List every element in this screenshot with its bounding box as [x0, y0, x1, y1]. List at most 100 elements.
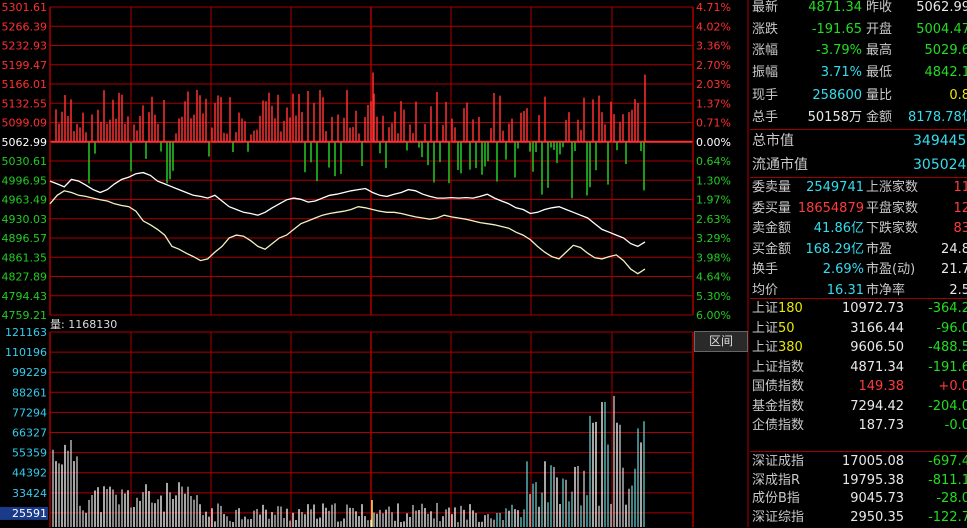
index-change: +0.0	[938, 379, 967, 394]
price-tick-label: 5232.93	[2, 40, 48, 53]
index-name: 国债指数	[752, 377, 804, 397]
volume-header-value: 1168130	[68, 318, 118, 331]
pct-tick-label: 4.71%	[696, 1, 731, 14]
index-line-unweighted	[49, 190, 646, 275]
index-price: 2950.35	[850, 509, 904, 525]
index-name-text: 上证指数	[752, 359, 805, 375]
label-open: 开盘	[866, 22, 893, 37]
price-tick-label: 5030.61	[2, 155, 48, 168]
quote-row-total: 总手 50158万 金额 8178.78亿	[748, 108, 967, 128]
pct-tick-label: 0.71%	[696, 117, 731, 130]
index-change: -96.0	[936, 320, 967, 336]
volume-tick-label: 33424	[12, 487, 47, 500]
order-label: 卖金额	[752, 221, 792, 236]
index-name: 企债指数	[752, 416, 804, 436]
stat-label: 市盈	[866, 241, 893, 257]
volume-tick-label: 55359	[12, 447, 47, 460]
index-price: 10972.73	[841, 301, 904, 316]
pct-tick-label: 2.70%	[696, 59, 731, 72]
index-suffix: 380	[778, 340, 803, 355]
volume-tick-label: 121163	[5, 326, 47, 339]
pct-tick-label: 1.97%	[696, 194, 731, 207]
pct-tick-label: 4.64%	[696, 271, 731, 284]
index-row[interactable]: 上证50 3166.44 -96.0	[748, 319, 967, 339]
index-change: -0.0	[944, 418, 967, 433]
index-change: -191.6	[928, 359, 967, 375]
divider-market-value	[750, 177, 967, 178]
label-pct: 涨幅	[752, 43, 779, 58]
index-row[interactable]: 深成指R 19795.38 -811.1	[748, 471, 967, 491]
index-price: 4871.34	[850, 359, 904, 375]
pct-tick-label: 1.30%	[696, 174, 731, 187]
index-price: 9045.73	[850, 491, 904, 506]
index-name: 上证指数	[752, 358, 804, 378]
label-last: 最新	[752, 0, 779, 15]
row-total-market-value: 总市值 34944519	[748, 131, 967, 151]
price-tick-label: 5266.39	[2, 20, 48, 33]
volume-tick-label: 77294	[12, 406, 47, 419]
quote-row-amplitude: 振幅 3.71% 最低 4842.1	[748, 63, 967, 83]
index-row[interactable]: 上证380 9606.50 -488.5	[748, 338, 967, 358]
stat-value: 11	[953, 180, 967, 195]
order-row: 委卖量 2549741 上涨家数 11	[748, 178, 967, 198]
label-amplitude: 振幅	[752, 65, 779, 80]
index-row[interactable]: 上证指数 4871.34 -191.6	[748, 358, 967, 378]
index-name: 上证380	[752, 338, 803, 358]
order-label: 委卖量	[752, 180, 792, 195]
value-change: -191.65	[811, 22, 862, 37]
index-change: -811.1	[928, 472, 967, 488]
index-suffix: 180	[778, 301, 803, 316]
index-change: -204.0	[928, 398, 967, 414]
index-name-text: 上证	[752, 320, 779, 336]
price-tick-label: 5166.01	[2, 78, 48, 91]
index-row[interactable]: 上证180 10972.73 -364.2	[748, 299, 967, 319]
price-tick-label: 5132.55	[2, 97, 48, 110]
price-tick-label: 4861.35	[2, 251, 48, 264]
pct-tick-label: 3.36%	[696, 40, 731, 53]
order-value: 168.29亿	[805, 241, 865, 257]
order-row: 换手 2.69% 市盈(动) 21.7	[748, 260, 967, 280]
index-name-text: 基金指数	[752, 398, 805, 414]
order-row: 委买量 18654879 平盘家数 12	[748, 199, 967, 219]
price-tick-label: 5062.99	[2, 136, 48, 149]
index-price: 17005.08	[841, 454, 904, 469]
pct-tick-label: 0.64%	[696, 155, 731, 168]
pct-tick-label: 3.29%	[696, 232, 731, 245]
index-row[interactable]: 企债指数 187.73 -0.0	[748, 416, 967, 436]
index-change: -28.0	[936, 491, 967, 506]
value-vol-ratio: 0.8	[949, 88, 967, 103]
index-name-text: 国债指数	[752, 379, 805, 394]
divider-orders	[750, 298, 967, 299]
index-row[interactable]: 国债指数 149.38 +0.0	[748, 377, 967, 397]
quote-row-last: 最新 4871.34 昨收 5062.99	[748, 0, 967, 18]
row-float-market-value: 流通市值 30502412	[748, 155, 967, 175]
pct-tick-label: 4.02%	[696, 20, 731, 33]
label-total-market-value: 总市值	[752, 133, 794, 149]
volume-header: 量: 1168130	[50, 316, 117, 332]
label-amount: 金额	[866, 110, 893, 125]
price-tick-label: 4930.03	[2, 213, 48, 226]
index-price: 7294.42	[850, 398, 904, 414]
value-amplitude: 3.71%	[820, 65, 862, 80]
order-label: 买金额	[752, 241, 792, 257]
index-price: 3166.44	[850, 320, 904, 336]
index-line-weighted	[49, 171, 646, 248]
divider-quote	[750, 129, 967, 130]
volume-header-label: 量:	[50, 318, 65, 331]
value-high: 5029.6	[924, 43, 967, 58]
index-row[interactable]: 成份B指 9045.73 -28.0	[748, 489, 967, 509]
index-row[interactable]: 深证成指 17005.08 -697.4	[748, 452, 967, 472]
volume-tick-label: 66327	[12, 427, 47, 440]
index-row[interactable]: 基金指数 7294.42 -204.0	[748, 397, 967, 417]
quote-row-change: 涨跌 -191.65 开盘 5004.47	[748, 20, 967, 40]
index-name-text: 企债指数	[752, 418, 805, 433]
index-row[interactable]: 深证综指 2950.35 -122.7	[748, 508, 967, 528]
order-value: 41.86亿	[813, 221, 864, 236]
index-price: 9606.50	[850, 340, 904, 355]
range-button[interactable]: 区间	[694, 331, 748, 352]
index-name: 上证50	[752, 319, 795, 339]
index-name-text: 上证	[752, 301, 779, 316]
quote-row-hand: 现手 258600 量比 0.8	[748, 86, 967, 106]
price-tick-label: 4827.89	[2, 271, 48, 284]
index-name: 基金指数	[752, 397, 804, 417]
